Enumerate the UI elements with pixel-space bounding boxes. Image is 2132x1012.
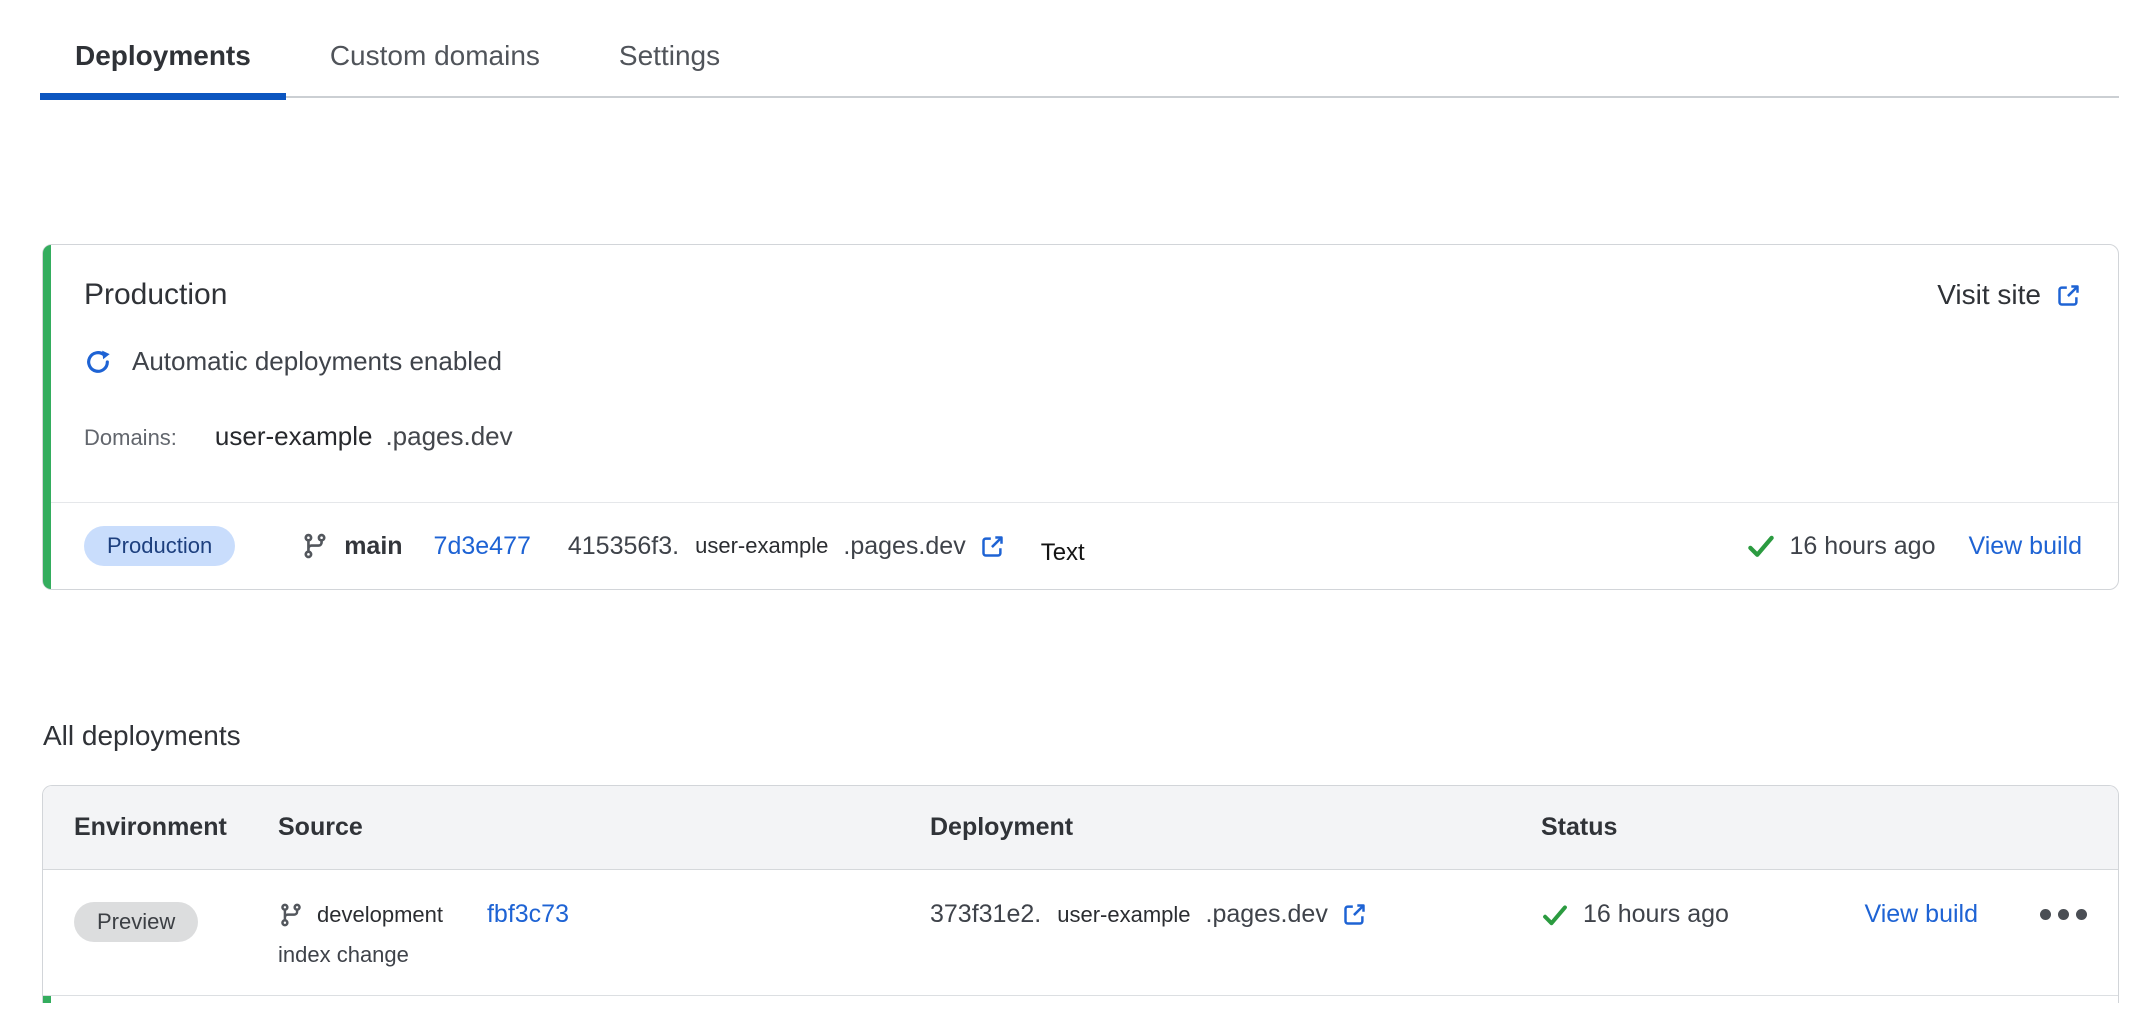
- visit-site-label: Visit site: [1937, 279, 2041, 311]
- tab-bar: Deployments Custom domains Settings: [40, 0, 2119, 98]
- external-link-icon[interactable]: [1341, 901, 1368, 928]
- domains-label: Domains:: [84, 425, 177, 451]
- tab-custom-domains[interactable]: Custom domains: [295, 24, 575, 96]
- column-header-deployment: Deployment: [930, 813, 1541, 842]
- git-branch-icon: [301, 532, 329, 560]
- deployment-domain-suffix: .pages.dev: [1206, 900, 1328, 929]
- table-row: Preview development fbf3c73 index change…: [43, 870, 2118, 996]
- all-deployments-heading: All deployments: [43, 720, 2132, 752]
- tab-settings[interactable]: Settings: [584, 24, 755, 96]
- next-row-accent: [43, 996, 2118, 1003]
- auto-deploy-text: Automatic deployments enabled: [132, 346, 502, 377]
- production-card: Production Visit site Automa: [42, 244, 2119, 590]
- external-link-icon: [2055, 282, 2082, 309]
- deployment-time: 16 hours ago: [1583, 900, 1729, 929]
- branch-name: development: [317, 902, 443, 928]
- deployment-domain-suffix: .pages.dev: [843, 532, 965, 561]
- deployment-url-link[interactable]: 373f31e2. user-example .pages.dev: [930, 900, 1368, 929]
- production-card-title: Production: [84, 278, 227, 312]
- view-build-link[interactable]: View build: [1864, 900, 1978, 929]
- column-header-status: Status: [1541, 813, 2118, 842]
- deployment-note: Text: [1041, 539, 1085, 567]
- column-header-source: Source: [278, 813, 930, 842]
- success-check-icon: [1746, 531, 1776, 561]
- external-link-icon[interactable]: [979, 533, 1006, 560]
- domain-suffix: .pages.dev: [385, 421, 512, 452]
- view-build-link[interactable]: View build: [1968, 532, 2082, 561]
- deployment-id: 415356f3.: [568, 532, 679, 561]
- refresh-icon: [84, 348, 112, 376]
- branch-name: main: [344, 532, 402, 561]
- production-deployment-row: Production main 7d3e477 415356f3. user-e…: [51, 502, 2118, 589]
- row-menu-button[interactable]: [2040, 909, 2087, 920]
- environment-badge: Production: [84, 526, 235, 566]
- table-header-row: Environment Source Deployment Status: [43, 786, 2118, 870]
- success-check-icon: [1541, 901, 1569, 929]
- deployment-time: 16 hours ago: [1790, 532, 1936, 561]
- domain-name: user-example: [215, 421, 373, 452]
- deployment-url-link[interactable]: 415356f3. user-example .pages.dev: [531, 532, 1006, 561]
- deployments-table: Environment Source Deployment Status Pre…: [42, 785, 2119, 1003]
- commit-message: index change: [278, 942, 930, 968]
- visit-site-link[interactable]: Visit site: [1937, 279, 2082, 311]
- deployment-domain: user-example: [1057, 902, 1190, 928]
- deployment-id: 373f31e2.: [930, 900, 1041, 929]
- deployment-domain: user-example: [695, 533, 828, 559]
- environment-badge: Preview: [74, 902, 198, 942]
- tab-deployments[interactable]: Deployments: [40, 24, 286, 96]
- column-header-environment: Environment: [74, 813, 278, 842]
- commit-link[interactable]: 7d3e477: [434, 532, 531, 561]
- commit-link[interactable]: fbf3c73: [487, 900, 569, 929]
- git-branch-icon: [278, 902, 304, 928]
